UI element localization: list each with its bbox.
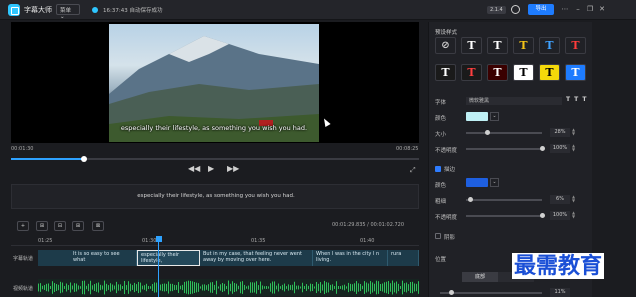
current-time: 00:01:30 <box>11 146 34 152</box>
video-subtitle: especially their lifestyle, as something… <box>120 124 308 132</box>
size-value[interactable]: 28% <box>550 128 570 137</box>
style-preset-tile[interactable]: T <box>539 37 560 54</box>
minimize-icon[interactable]: – <box>573 4 583 15</box>
maximize-icon[interactable]: ❐ <box>585 4 595 15</box>
style-preset-tile[interactable]: T <box>435 64 456 81</box>
size-slider-handle[interactable] <box>484 130 490 135</box>
stroke-checkbox[interactable] <box>435 166 441 172</box>
subtitle-clip[interactable]: But in my case, that feeling never went … <box>200 250 313 266</box>
style-preset-tile[interactable]: T <box>487 64 508 81</box>
subtitle-clip[interactable]: rura <box>388 250 419 266</box>
style-preset-tile[interactable]: T <box>513 64 534 81</box>
stroke-label: 描边 <box>444 167 456 173</box>
total-time: 00:08:25 <box>396 146 419 152</box>
caption-editor[interactable]: especially their lifestyle, as something… <box>11 184 419 209</box>
opacity-slider-handle[interactable] <box>539 146 545 151</box>
chevron-down-icon[interactable]: ⌄ <box>490 178 499 187</box>
font-label: 字体 <box>435 100 447 106</box>
position-label: 位置 <box>435 257 447 263</box>
style-preset-tile[interactable]: T <box>513 37 534 54</box>
stroke-opacity-label: 不透明度 <box>435 215 458 221</box>
merge-button[interactable]: ⊟ <box>54 221 66 231</box>
ruler-label: 01:25 <box>38 238 53 244</box>
progress-handle[interactable] <box>81 156 88 162</box>
size-slider[interactable] <box>466 132 542 134</box>
app-name: 字幕大师 <box>24 6 52 14</box>
shadow-checkbox[interactable] <box>435 233 441 239</box>
ruler-label: 01:40 <box>360 238 375 244</box>
delete-button[interactable]: ⊠ <box>92 221 104 231</box>
help-icon[interactable]: ⋯ <box>560 4 570 15</box>
style-preset-tile[interactable]: T <box>487 37 508 54</box>
timeline-time: 00:01:29.835 / 00:01:02.720 <box>332 222 405 228</box>
playhead-handle[interactable] <box>156 236 162 242</box>
rewind-button[interactable]: ◀◀ <box>188 164 200 173</box>
audio-track[interactable] <box>38 279 419 296</box>
save-status: 16:37:43 自动保存成功 <box>103 8 163 14</box>
tab-bottom[interactable]: 底部 <box>462 272 498 282</box>
bottom-offset-slider-handle[interactable] <box>448 290 454 295</box>
bottom-offset-value[interactable]: 11% <box>550 288 570 297</box>
preset-title: 预设样式 <box>435 30 458 36</box>
time-ruler[interactable] <box>11 236 419 246</box>
watermark-logo: 最需教育 <box>512 253 605 279</box>
caption-text[interactable]: especially their lifestyle, as something… <box>12 193 420 199</box>
no-style-icon[interactable]: ⊘ <box>435 37 456 54</box>
subtitle-clip[interactable]: It is so easy to see what <box>70 250 137 266</box>
opacity-slider[interactable] <box>466 148 542 150</box>
subtitle-track-label: 字幕轨道 <box>13 256 34 262</box>
style-preset-tile[interactable]: T <box>565 37 586 54</box>
stroke-color-swatch[interactable] <box>466 178 488 187</box>
progress-fill <box>11 158 85 160</box>
thickness-label: 粗细 <box>435 199 447 205</box>
style-preset-tile[interactable]: T <box>565 64 586 81</box>
save-status-icon <box>92 7 98 13</box>
stroke-opacity-slider-handle[interactable] <box>539 213 545 218</box>
fullscreen-icon[interactable]: ⤢ <box>410 166 416 175</box>
thickness-slider[interactable] <box>466 199 542 201</box>
stroke-opacity-slider[interactable] <box>466 215 542 217</box>
split-button[interactable]: ⊞ <box>36 221 48 231</box>
stroke-color-label: 颜色 <box>435 183 447 189</box>
font-select[interactable]: 微软雅黑 <box>466 97 562 105</box>
style-preset-tile[interactable]: T <box>539 64 560 81</box>
style-preset-tile[interactable]: T <box>461 64 482 81</box>
close-icon[interactable]: ✕ <box>597 4 607 15</box>
subtitle-clip-selected[interactable]: especially their lifestyle, <box>137 250 200 266</box>
audio-waveform <box>38 280 419 295</box>
thickness-value[interactable]: 6% <box>550 195 570 204</box>
playhead <box>158 240 159 297</box>
stroke-opacity-stepper-icon[interactable]: ▲ ▼ <box>572 211 575 219</box>
add-subtitle-button[interactable]: + <box>17 221 29 231</box>
bottom-offset-slider[interactable] <box>440 292 542 294</box>
size-stepper-icon[interactable]: ▲ ▼ <box>572 128 575 136</box>
play-button[interactable]: ▶ <box>208 164 214 173</box>
opacity-value[interactable]: 100% <box>550 144 570 153</box>
menu-button[interactable]: 菜单 ⌄ <box>56 4 80 20</box>
size-label: 大小 <box>435 132 447 138</box>
opacity-label: 不透明度 <box>435 148 458 154</box>
audio-track-label: 视频轨道 <box>13 286 34 292</box>
font-style-icons[interactable]: T T T <box>566 96 587 103</box>
forward-button[interactable]: ▶▶ <box>227 164 239 173</box>
text-color-swatch[interactable] <box>466 112 488 121</box>
ruler-label: 01:35 <box>251 238 266 244</box>
app-logo-icon <box>8 4 20 16</box>
style-preset-tile[interactable]: T <box>461 37 482 54</box>
insert-button[interactable]: ⊞ <box>72 221 84 231</box>
opacity-stepper-icon[interactable]: ▲ ▼ <box>572 144 575 152</box>
version-badge: 2.1.4 <box>487 6 506 14</box>
stroke-opacity-value[interactable]: 100% <box>550 211 570 220</box>
thickness-stepper-icon[interactable]: ▲ ▼ <box>572 195 575 203</box>
chevron-down-icon[interactable]: ⌄ <box>490 112 499 121</box>
color-label: 颜色 <box>435 116 447 122</box>
ruler-label: 01:30 <box>142 238 157 244</box>
user-icon[interactable] <box>511 5 520 14</box>
export-button[interactable]: 导出 <box>528 4 554 15</box>
video-frame: especially their lifestyle, as something… <box>109 24 319 142</box>
subtitle-clip[interactable]: When I was in the city I n living. <box>313 250 388 266</box>
shadow-label: 阴影 <box>444 235 456 241</box>
